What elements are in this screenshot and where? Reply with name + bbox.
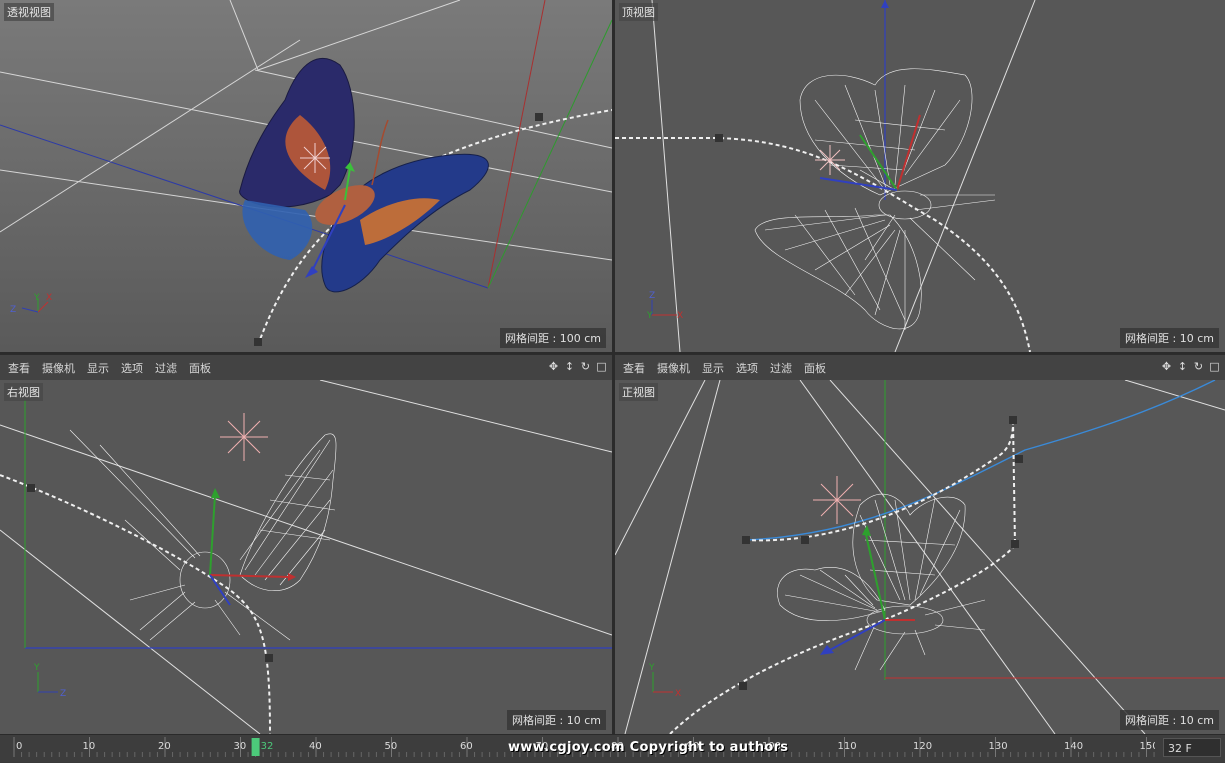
- current-frame-marker[interactable]: [251, 738, 260, 756]
- right-scene: Y Z: [0, 380, 612, 734]
- viewport-divider-horizontal[interactable]: [0, 352, 1225, 354]
- viewport-menubar-right-view: 查看 摄像机 显示 选项 过滤 面板 ✥ ↕ ↻ □: [0, 354, 612, 381]
- axis-z-label: Z: [649, 291, 655, 301]
- right-axis-gizmo: Y Z: [33, 663, 66, 699]
- timeline-tick-label: 0: [16, 741, 22, 752]
- menu-filter[interactable]: 过滤: [770, 360, 792, 376]
- timeline-tick-label: 120: [913, 741, 932, 752]
- maximize-view-icon[interactable]: □: [595, 360, 608, 373]
- timeline-tick-label: 50: [385, 741, 398, 752]
- watermark-text: www.cgjoy.com Copyright to authors: [508, 740, 789, 755]
- grid-spacing-perspective: 网格间距 : 100 cm: [500, 328, 606, 348]
- viewport-perspective[interactable]: Y X Z 透视视图 网格间距 : 100 cm: [0, 0, 612, 352]
- menu-view[interactable]: 查看: [8, 360, 30, 376]
- rotate-view-icon[interactable]: ↻: [1192, 360, 1205, 373]
- viewport-label-right: 右视图: [4, 383, 43, 401]
- menu-camera[interactable]: 摄像机: [42, 360, 75, 376]
- timeline-tick-label: 110: [838, 741, 857, 752]
- grid-spacing-top: 网格间距 : 10 cm: [1120, 328, 1219, 348]
- front-axis-gizmo: Y X: [648, 663, 681, 699]
- butterfly-wireframe-front: [777, 493, 986, 671]
- top-axis-gizmo: Z Y X: [646, 291, 683, 321]
- axis-x-label: X: [675, 689, 681, 699]
- butterfly-wireframe-top: [754, 68, 996, 330]
- axis-z-label: Z: [10, 305, 16, 315]
- menu-display[interactable]: 显示: [87, 360, 109, 376]
- menu-options[interactable]: 选项: [121, 360, 143, 376]
- timeline-tick-label: 10: [83, 741, 96, 752]
- timeline-tick-label: 60: [460, 741, 473, 752]
- move-view-icon[interactable]: ✥: [547, 360, 560, 373]
- axis-y-label: Y: [33, 293, 40, 303]
- perspective-scene: Y X Z: [0, 0, 612, 346]
- zoom-view-icon[interactable]: ↕: [1176, 360, 1189, 373]
- menu-display[interactable]: 显示: [702, 360, 724, 376]
- timeline-tick-label: 20: [158, 741, 171, 752]
- menu-panel[interactable]: 面板: [189, 360, 211, 376]
- menu-view[interactable]: 查看: [623, 360, 645, 376]
- viewport-top[interactable]: Z Y X 顶视图 网格间距 : 10 cm: [615, 0, 1225, 352]
- butterfly-wireframe-right: [69, 429, 337, 641]
- viewport-menubar-front-view: 查看 摄像机 显示 选项 过滤 面板 ✥ ↕ ↻ □: [615, 354, 1225, 381]
- menu-panel[interactable]: 面板: [804, 360, 826, 376]
- front-scene: Y X: [615, 380, 1225, 734]
- timeline[interactable]: 010203040506070809010011012013014015032 …: [0, 734, 1225, 762]
- axis-x-label: X: [46, 293, 52, 303]
- axis-x-label: X: [677, 311, 683, 321]
- maximize-view-icon[interactable]: □: [1208, 360, 1221, 373]
- top-scene: Z Y X: [615, 0, 1036, 352]
- current-frame-label: 32: [261, 741, 274, 752]
- move-view-icon[interactable]: ✥: [1160, 360, 1173, 373]
- timeline-tick-label: 40: [309, 741, 322, 752]
- axis-y-label: Y: [648, 663, 655, 673]
- grid-spacing-front: 网格间距 : 10 cm: [1120, 710, 1219, 730]
- rotate-view-icon[interactable]: ↻: [579, 360, 592, 373]
- viewport-label-perspective: 透视视图: [4, 3, 54, 21]
- axis-y-label: Y: [646, 311, 653, 321]
- perspective-axis-gizmo: Y X Z: [10, 293, 52, 315]
- viewport-label-top: 顶视图: [619, 3, 658, 21]
- viewport-right[interactable]: Y Z 右视图 网格间距 : 10 cm: [0, 380, 612, 734]
- menu-filter[interactable]: 过滤: [155, 360, 177, 376]
- viewport-divider-vertical[interactable]: [612, 0, 615, 734]
- axis-y-label: Y: [33, 663, 40, 673]
- axis-z-label: Z: [60, 689, 66, 699]
- viewport-label-front: 正视图: [619, 383, 658, 401]
- menu-options[interactable]: 选项: [736, 360, 758, 376]
- timeline-tick-label: 150: [1140, 741, 1156, 752]
- current-frame-field[interactable]: 32 F: [1163, 738, 1221, 757]
- timeline-tick-label: 140: [1064, 741, 1083, 752]
- grid-spacing-right: 网格间距 : 10 cm: [507, 710, 606, 730]
- zoom-view-icon[interactable]: ↕: [563, 360, 576, 373]
- menu-camera[interactable]: 摄像机: [657, 360, 690, 376]
- timeline-tick-label: 30: [234, 741, 247, 752]
- timeline-tick-label: 130: [989, 741, 1008, 752]
- viewport-front[interactable]: Y X 正视图 网格间距 : 10 cm: [615, 380, 1225, 734]
